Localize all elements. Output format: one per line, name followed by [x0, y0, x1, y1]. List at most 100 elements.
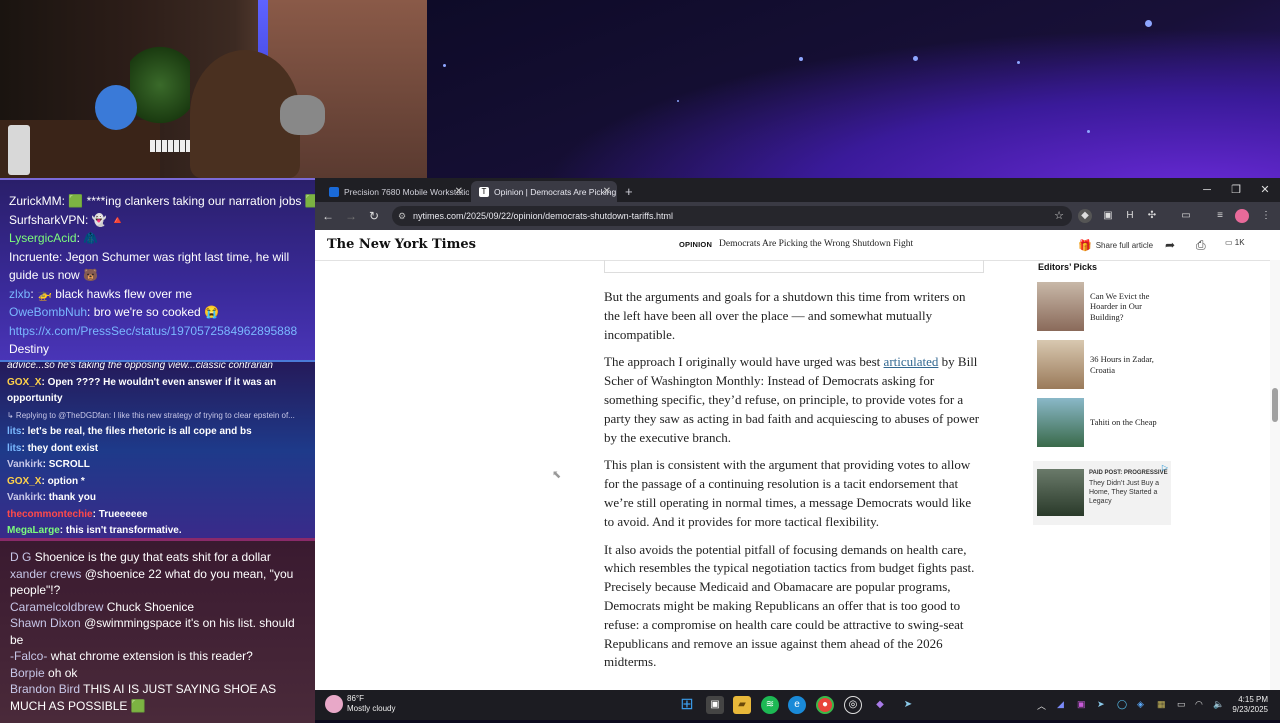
chat-username: Borpie	[10, 665, 45, 680]
editors-pick-item[interactable]: Can We Evict the Hoarder in Our Building…	[1037, 282, 1172, 331]
obs-icon[interactable]: ◎	[844, 696, 862, 714]
close-icon[interactable]: ✕	[455, 186, 463, 197]
pick-title: 36 Hours in Zadar, Croatia	[1090, 354, 1154, 375]
chat-message: thecommontechie: Trueeeeee	[7, 508, 148, 520]
edge-icon[interactable]: e	[788, 696, 806, 714]
share-arrow-icon[interactable]: ➦	[1165, 238, 1175, 252]
tray-chevron-icon[interactable]: ︿	[1037, 699, 1046, 712]
tab-precision[interactable]: Precision 7680 Mobile Workstation ✕	[321, 181, 469, 202]
address-bar[interactable]: ⚙ nytimes.com/2025/09/22/opinion/democra…	[392, 206, 1072, 226]
close-window-button[interactable]: ✕	[1251, 181, 1279, 199]
paragraph-text: The approach I originally would have urg…	[604, 354, 884, 370]
star	[677, 100, 679, 102]
network-icon[interactable]: ▭	[1177, 699, 1186, 710]
weather-widget[interactable]: 86°F Mostly cloudy	[325, 694, 395, 714]
chat-reply: ↳ Replying to @TheDGDfan: I like this ne…	[7, 410, 295, 420]
editors-pick-item[interactable]: 36 Hours in Zadar, Croatia	[1037, 340, 1172, 389]
ad-choices-icon[interactable]: ▷	[1162, 463, 1168, 472]
pick-title: Tahiti on the Cheap	[1090, 417, 1157, 428]
chat-text: Chuck Shoenice	[106, 599, 195, 614]
comments-button[interactable]: ▭ 1K	[1225, 238, 1245, 247]
chat-username: Destiny	[9, 342, 50, 356]
obsidian-icon[interactable]: ◆	[871, 696, 889, 714]
wifi-icon[interactable]: ◠	[1195, 699, 1203, 710]
tray-app-icon[interactable]: ◯	[1117, 699, 1127, 710]
menu-icon[interactable]: ⋮	[1259, 209, 1273, 223]
bookmark-icon[interactable]: ⎙	[1196, 238, 1206, 253]
tray-app-icon[interactable]: ▣	[1077, 699, 1086, 710]
pick-thumbnail	[1037, 340, 1084, 389]
comments-count: 1K	[1234, 238, 1245, 247]
webcam-cup	[8, 125, 30, 175]
task-view-icon[interactable]: ▣	[706, 696, 724, 714]
back-button[interactable]: ←	[319, 207, 337, 225]
chat-username: Vankirk	[7, 459, 43, 470]
new-tab-button[interactable]: +	[621, 181, 641, 202]
chat-message: Vankirk: SCROLL	[7, 459, 90, 470]
chat-username: lits	[7, 426, 22, 437]
chat-username: SurfsharkVPN	[9, 212, 86, 227]
ad-text: They Didn’t Just Buy a Home, They Starte…	[1089, 480, 1160, 505]
space-background	[427, 0, 1280, 178]
close-icon[interactable]: ✕	[603, 186, 611, 197]
tray-steam-icon[interactable]: ➤	[1097, 699, 1105, 710]
star	[443, 64, 446, 67]
media-icon[interactable]: ≡	[1213, 209, 1227, 223]
extension-icon[interactable]: ◆	[1078, 209, 1092, 223]
bookmark-star-icon[interactable]: ☆	[1054, 209, 1064, 222]
chrome-icon[interactable]: ●	[816, 696, 834, 714]
nyt-header: The New York Times OPINION Democrats Are…	[315, 230, 1280, 261]
header-headline: Democrats Are Picking the Wrong Shutdown…	[719, 239, 914, 249]
tray-app-icon[interactable]: ◢	[1057, 699, 1064, 710]
section-label[interactable]: OPINION	[679, 240, 712, 249]
file-explorer-icon[interactable]: ▰	[733, 696, 751, 714]
editors-picks: Editors’ Picks Can We Evict the Hoarder …	[1037, 260, 1172, 456]
chat-text: option *	[47, 475, 85, 487]
chat-username: Shawn Dixon	[10, 616, 81, 630]
chat-message: Borpie oh ok	[0, 665, 315, 682]
extension-icon[interactable]: ▣	[1101, 209, 1115, 223]
clock-time: 4:15 PM	[1238, 695, 1268, 704]
tray-app-icon[interactable]: ◈	[1137, 699, 1144, 710]
tab-nyt-opinion[interactable]: T Opinion | Democrats Are Picking ✕	[471, 181, 617, 202]
editors-pick-item[interactable]: Tahiti on the Cheap	[1037, 398, 1172, 447]
windows-start-icon[interactable]: ⊞	[678, 696, 696, 714]
volume-icon[interactable]: 🔈	[1213, 699, 1224, 710]
spotify-icon[interactable]: ≋	[761, 696, 779, 714]
tray-app-icon[interactable]: ▦	[1157, 699, 1166, 710]
star	[1087, 130, 1090, 133]
clock[interactable]: 4:15 PM 9/23/2025	[1232, 695, 1268, 715]
share-button[interactable]: 🎁 Share full article	[1078, 236, 1153, 254]
nyt-logo[interactable]: The New York Times	[327, 237, 476, 252]
site-info-icon[interactable]: ⚙	[398, 211, 408, 221]
chat-message: ZurickMM: 🟩 ****ing clankers taking our …	[0, 192, 315, 211]
chat-message: Vankirk: thank you	[7, 492, 96, 503]
chat-username: LysergicAcid	[9, 231, 77, 245]
maximize-button[interactable]: ❐	[1222, 181, 1250, 199]
chat-link[interactable]: https://x.com/PressSec/status/1970572584…	[0, 322, 315, 341]
chat-message: GOX_X: option *	[7, 475, 85, 487]
chat-text: let's be real, the files rhetoric is all…	[27, 426, 252, 437]
forward-button[interactable]: →	[342, 207, 360, 225]
avatar[interactable]	[1235, 209, 1249, 223]
chat-username: GOX_X	[7, 376, 42, 388]
chat-username: OweBombNuh	[9, 305, 88, 319]
star	[799, 57, 803, 61]
chat-message: zlxb: 🚁 black hawks flew over me	[9, 286, 193, 301]
chat-username: lits	[7, 442, 22, 454]
articulated-link[interactable]: articulated	[884, 354, 939, 369]
scrollbar-thumb[interactable]	[1272, 388, 1278, 422]
puzzle-icon[interactable]: ✣	[1145, 209, 1159, 223]
page-scrollbar[interactable]	[1270, 260, 1280, 690]
chat-text: they dont exist	[27, 442, 99, 454]
chat-text: what chrome extension is this reader?	[50, 649, 253, 663]
minimize-button[interactable]: ─	[1193, 181, 1221, 199]
paid-post-ad[interactable]: PAID POST: PROGRESSIVE They Didn’t Just …	[1033, 461, 1171, 525]
chat-text: 🚁 black hawks flew over me	[37, 286, 193, 301]
mouse-cursor-icon: ⬉	[552, 469, 562, 481]
sidebar-icon[interactable]: ▭	[1179, 209, 1193, 223]
extension-icon[interactable]: H	[1123, 209, 1137, 223]
steam-icon[interactable]: ➤	[899, 696, 917, 714]
dell-favicon-icon	[329, 186, 339, 197]
reload-button[interactable]: ↻	[365, 207, 383, 225]
